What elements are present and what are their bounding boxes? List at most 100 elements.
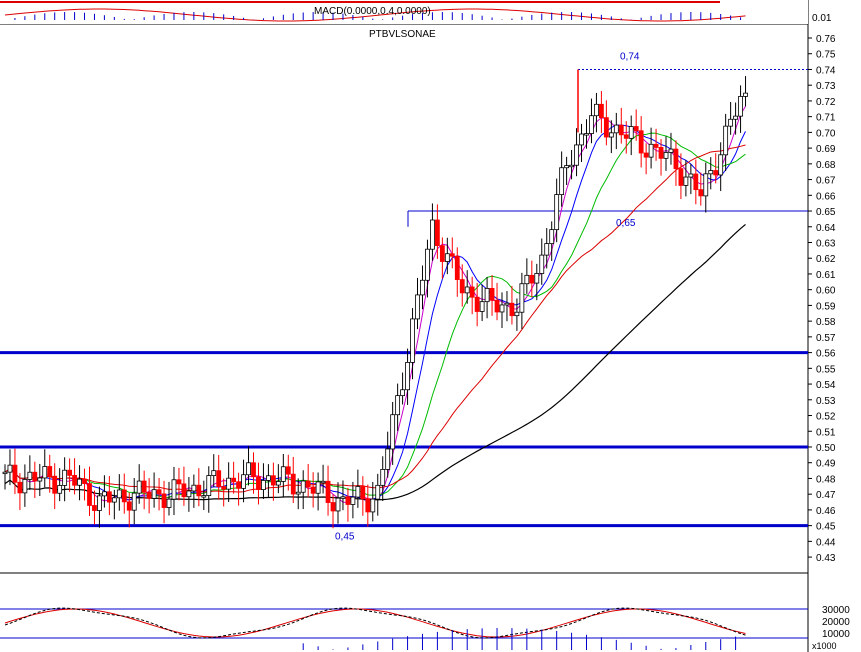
candle-body (136, 480, 142, 494)
candle-body (350, 496, 356, 505)
candle-body (151, 489, 157, 499)
candle-body (345, 496, 351, 505)
candle-body (549, 229, 555, 245)
price-tick-label: 0.69 (816, 144, 836, 155)
candle-body (206, 475, 212, 496)
price-tick-label: 0.48 (816, 474, 836, 485)
price-tick-label: 0.65 (816, 207, 836, 218)
candle-body (375, 484, 381, 500)
candle-body (648, 143, 654, 158)
candle-body (32, 471, 38, 482)
level-annotation: 0,74 (620, 51, 640, 62)
candle-body (320, 480, 326, 484)
price-tick-label: 0.49 (816, 459, 836, 470)
price-tick-label: 0.47 (816, 490, 836, 501)
candle-body (718, 154, 724, 176)
price-tick-label: 0.74 (816, 65, 836, 76)
candle-body (102, 491, 107, 497)
candle-body (72, 474, 77, 486)
price-tick-label: 0.50 (816, 443, 836, 454)
candle-body (305, 480, 311, 488)
candle-body (211, 470, 217, 476)
candle-body (42, 466, 48, 479)
volume-tick-label: 20000 (822, 617, 850, 628)
candle-body (623, 134, 629, 139)
price-tick-label: 0.56 (816, 349, 836, 360)
candle-body (380, 469, 386, 486)
candle-body (678, 168, 684, 186)
candle-body (544, 243, 550, 256)
candle-body (594, 103, 599, 117)
chart-background (0, 0, 861, 652)
candle-body (27, 471, 33, 480)
candle-body (390, 414, 396, 450)
candle-body (67, 469, 73, 476)
candle-body (514, 311, 520, 317)
candle-body (236, 481, 241, 489)
candle-body (97, 495, 102, 511)
candle-body (673, 148, 679, 170)
candle-body (474, 296, 480, 312)
candle-body (499, 304, 505, 313)
candle-body (504, 302, 510, 306)
price-tick-label: 0.66 (816, 191, 836, 202)
candle-body (643, 152, 649, 158)
candle-body (280, 466, 286, 482)
candle-body (400, 389, 406, 397)
candle-body (434, 219, 440, 247)
price-tick-label: 0.53 (816, 396, 836, 407)
candle-body (261, 480, 266, 490)
candle-body (519, 283, 525, 313)
price-chart: MACD(0.0000,0.4,0.0000) 0.01 PTBVLSONAE … (0, 0, 861, 652)
candle-body (608, 132, 614, 138)
candle-body (385, 448, 391, 470)
price-tick-label: 0.55 (816, 364, 836, 375)
price-tick-label: 0.76 (816, 34, 836, 45)
candle-body (479, 301, 485, 312)
candle-body (713, 170, 719, 176)
candle-body (489, 288, 495, 301)
candle-body (77, 478, 82, 486)
price-tick-label: 0.72 (816, 97, 836, 108)
candle-body (12, 464, 18, 483)
candle-body (121, 489, 127, 503)
candle-body (315, 481, 321, 494)
candle-body (628, 126, 634, 139)
candle-body (176, 479, 182, 485)
candle-body (290, 473, 296, 495)
candle-body (22, 479, 28, 494)
candle-body (663, 152, 669, 159)
price-tick-label: 0.62 (816, 254, 836, 265)
candle-body (106, 491, 112, 503)
candle-body (603, 117, 609, 138)
candle-body (231, 477, 237, 483)
candle-body (638, 130, 644, 154)
symbol-label: PTBVLSONAE (369, 29, 436, 40)
price-tick-label: 0.61 (816, 270, 836, 281)
candle-body (146, 491, 152, 499)
price-tick-label: 0.46 (816, 506, 836, 517)
candle-body (425, 248, 430, 281)
price-tick-label: 0.44 (816, 537, 836, 548)
candle-body (62, 469, 68, 486)
candle-body (330, 502, 336, 512)
candle-body (693, 173, 699, 191)
candle-body (524, 274, 530, 285)
price-tick-label: 0.60 (816, 286, 836, 297)
candle-body (653, 143, 659, 148)
candle-body (266, 475, 271, 481)
volume-tick-label: 10000 (822, 629, 850, 640)
candle-body (111, 497, 117, 503)
price-tick-label: 0.63 (816, 238, 836, 249)
candle-body (251, 462, 256, 478)
candle-body (57, 485, 63, 494)
candle-body (116, 489, 122, 499)
candle-body (37, 477, 43, 482)
price-tick-label: 0.54 (816, 380, 836, 391)
candle-body (221, 486, 227, 490)
candle-body (658, 147, 664, 159)
candle-body (554, 194, 560, 231)
candle-body (275, 481, 281, 486)
macd-scale-label: 0.01 (812, 13, 832, 24)
candle-body (270, 475, 276, 486)
